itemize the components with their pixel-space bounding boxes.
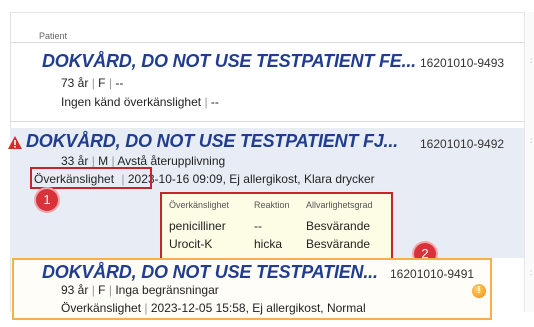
patient-age: 33 år <box>61 154 89 168</box>
patient-demographics: 93 år | F | Inga begränsningar <box>61 283 219 297</box>
patient-age: 93 år <box>61 283 89 297</box>
right-panel-edge <box>524 12 534 312</box>
right-edge-mark: : <box>530 56 533 65</box>
allergy-status: Ingen känd överkänslighet <box>61 95 202 109</box>
patient-demographics: 33 år | M | Avstå återupplivning <box>61 154 226 168</box>
tooltip-header-reaction: Reaktion <box>254 200 290 210</box>
annotation-badge-1: 1 <box>36 189 58 211</box>
allergy-detail: 2023-10-16 09:09, Ej allergikost, Klara … <box>127 172 375 186</box>
patient-id: 16201010-9492 <box>420 137 505 151</box>
tooltip-header-severity: Allvarlighetsgrad <box>306 200 373 210</box>
alert-circle-icon[interactable]: ! <box>472 284 486 298</box>
list-top-border <box>10 12 524 13</box>
tooltip-cell-allergen: Urocit-K <box>169 237 213 251</box>
patient-age: 73 år <box>61 76 89 90</box>
patient-sex: F <box>98 283 106 297</box>
patient-allergy-line: Ingen känd överkänslighet | -- <box>61 95 219 109</box>
tooltip-cell-severity: Besvärande <box>306 219 371 233</box>
allergy-extra: -- <box>210 95 219 109</box>
patient-demographics: 73 år | F | -- <box>61 76 124 90</box>
patient-name[interactable]: DOKVÅRD, DO NOT USE TESTPATIEN... <box>42 262 378 283</box>
tooltip-cell-severity: Besvärande <box>306 237 371 251</box>
annotation-box-allergy <box>30 167 152 189</box>
tooltip-cell-reaction: hicka <box>254 237 283 251</box>
column-header-patient[interactable]: Patient <box>39 31 67 41</box>
patient-name[interactable]: DOKVÅRD, DO NOT USE TESTPATIENT FJ... <box>26 131 398 152</box>
allergy-link[interactable]: Överkänslighet <box>61 301 141 315</box>
patient-sex: M <box>98 154 109 168</box>
patient-sex: F <box>98 76 106 90</box>
right-edge-mark: : <box>530 268 533 277</box>
allergy-detail: 2023-12-05 15:58, Ej allergikost, Normal <box>150 301 366 315</box>
tooltip-cell-reaction: -- <box>254 219 262 233</box>
patient-id: 16201010-9491 <box>388 267 477 281</box>
tooltip-header-allergy: Överkänslighet <box>169 200 230 210</box>
patient-info: Inga begränsningar <box>115 283 219 297</box>
tooltip-cell-allergen: penicilliner <box>169 219 226 233</box>
patient-id: 16201010-9493 <box>420 56 505 70</box>
patient-allergy-line: Överkänslighet | 2023-12-05 15:58, Ej al… <box>61 301 366 315</box>
patient-name[interactable]: DOKVÅRD, DO NOT USE TESTPATIENT FE... <box>42 51 416 72</box>
right-edge-mark: : <box>530 136 533 145</box>
patient-info: Avstå återupplivning <box>117 154 226 168</box>
allergy-tooltip: Överkänslighet Reaktion Allvarlighetsgra… <box>160 192 393 261</box>
row-divider <box>10 121 524 122</box>
warning-triangle-icon <box>8 136 22 149</box>
patient-info: -- <box>115 76 124 90</box>
